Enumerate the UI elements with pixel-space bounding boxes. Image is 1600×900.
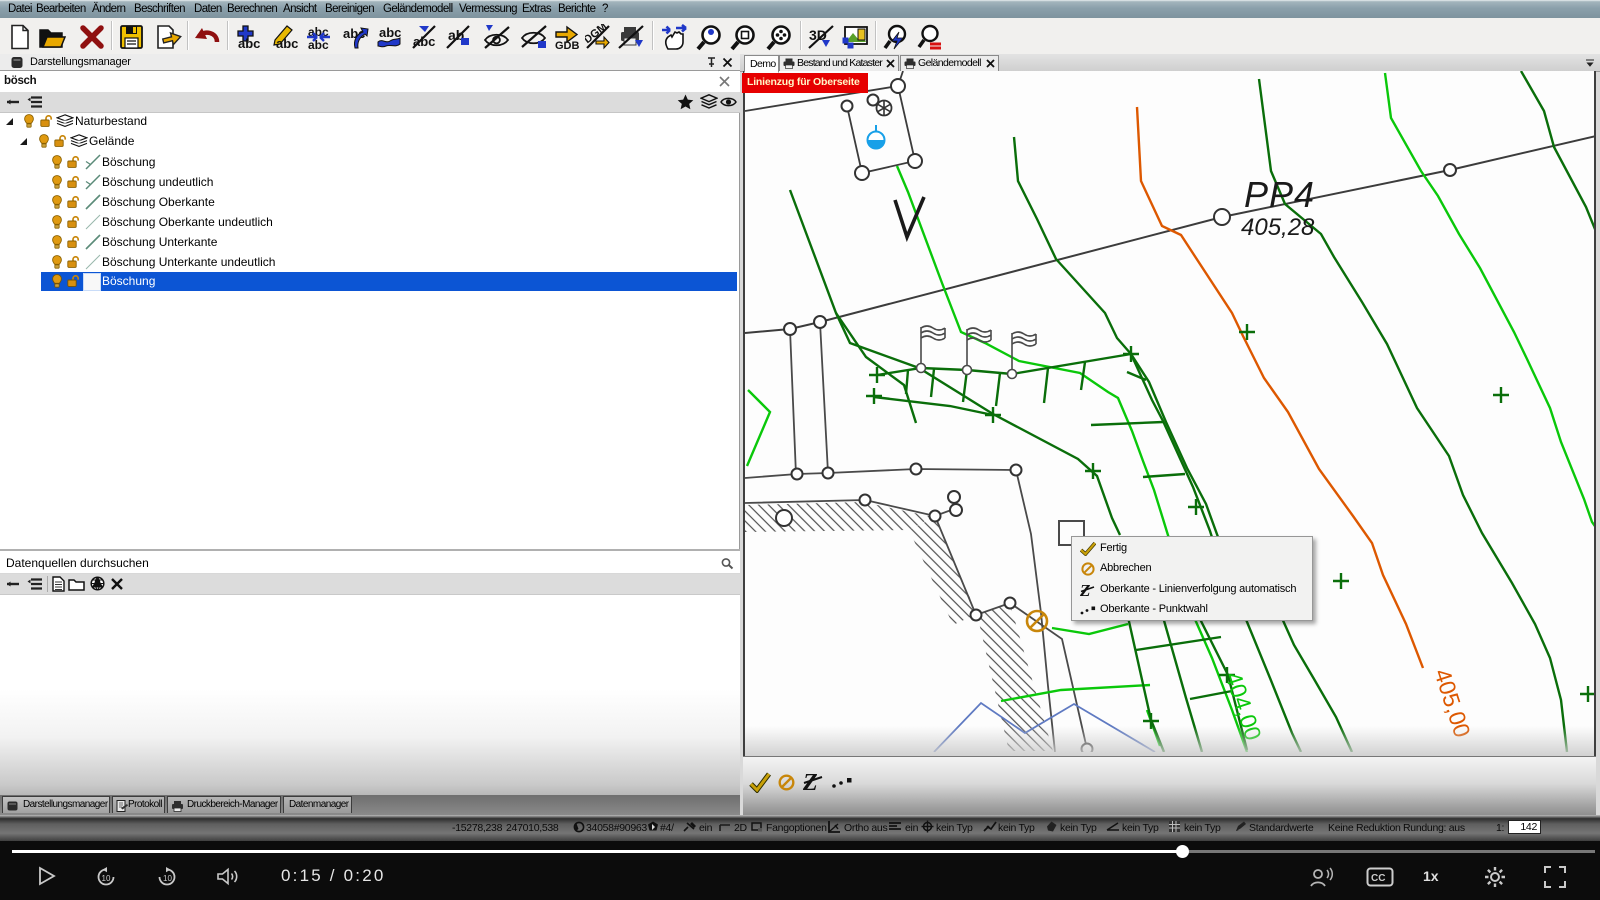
svg-text:CC: CC [1371,873,1385,884]
svg-text:abc: abc [308,38,329,50]
svg-text:abc: abc [379,25,401,40]
svg-text:10: 10 [163,874,172,883]
svg-text:abc: abc [276,36,298,50]
svg-text:GDB: GDB [555,40,579,50]
svg-text:405,28: 405,28 [1241,214,1315,241]
svg-text:10: 10 [102,874,111,883]
svg-text:abc: abc [238,36,260,50]
svg-text:PP4: PP4 [1244,174,1315,215]
